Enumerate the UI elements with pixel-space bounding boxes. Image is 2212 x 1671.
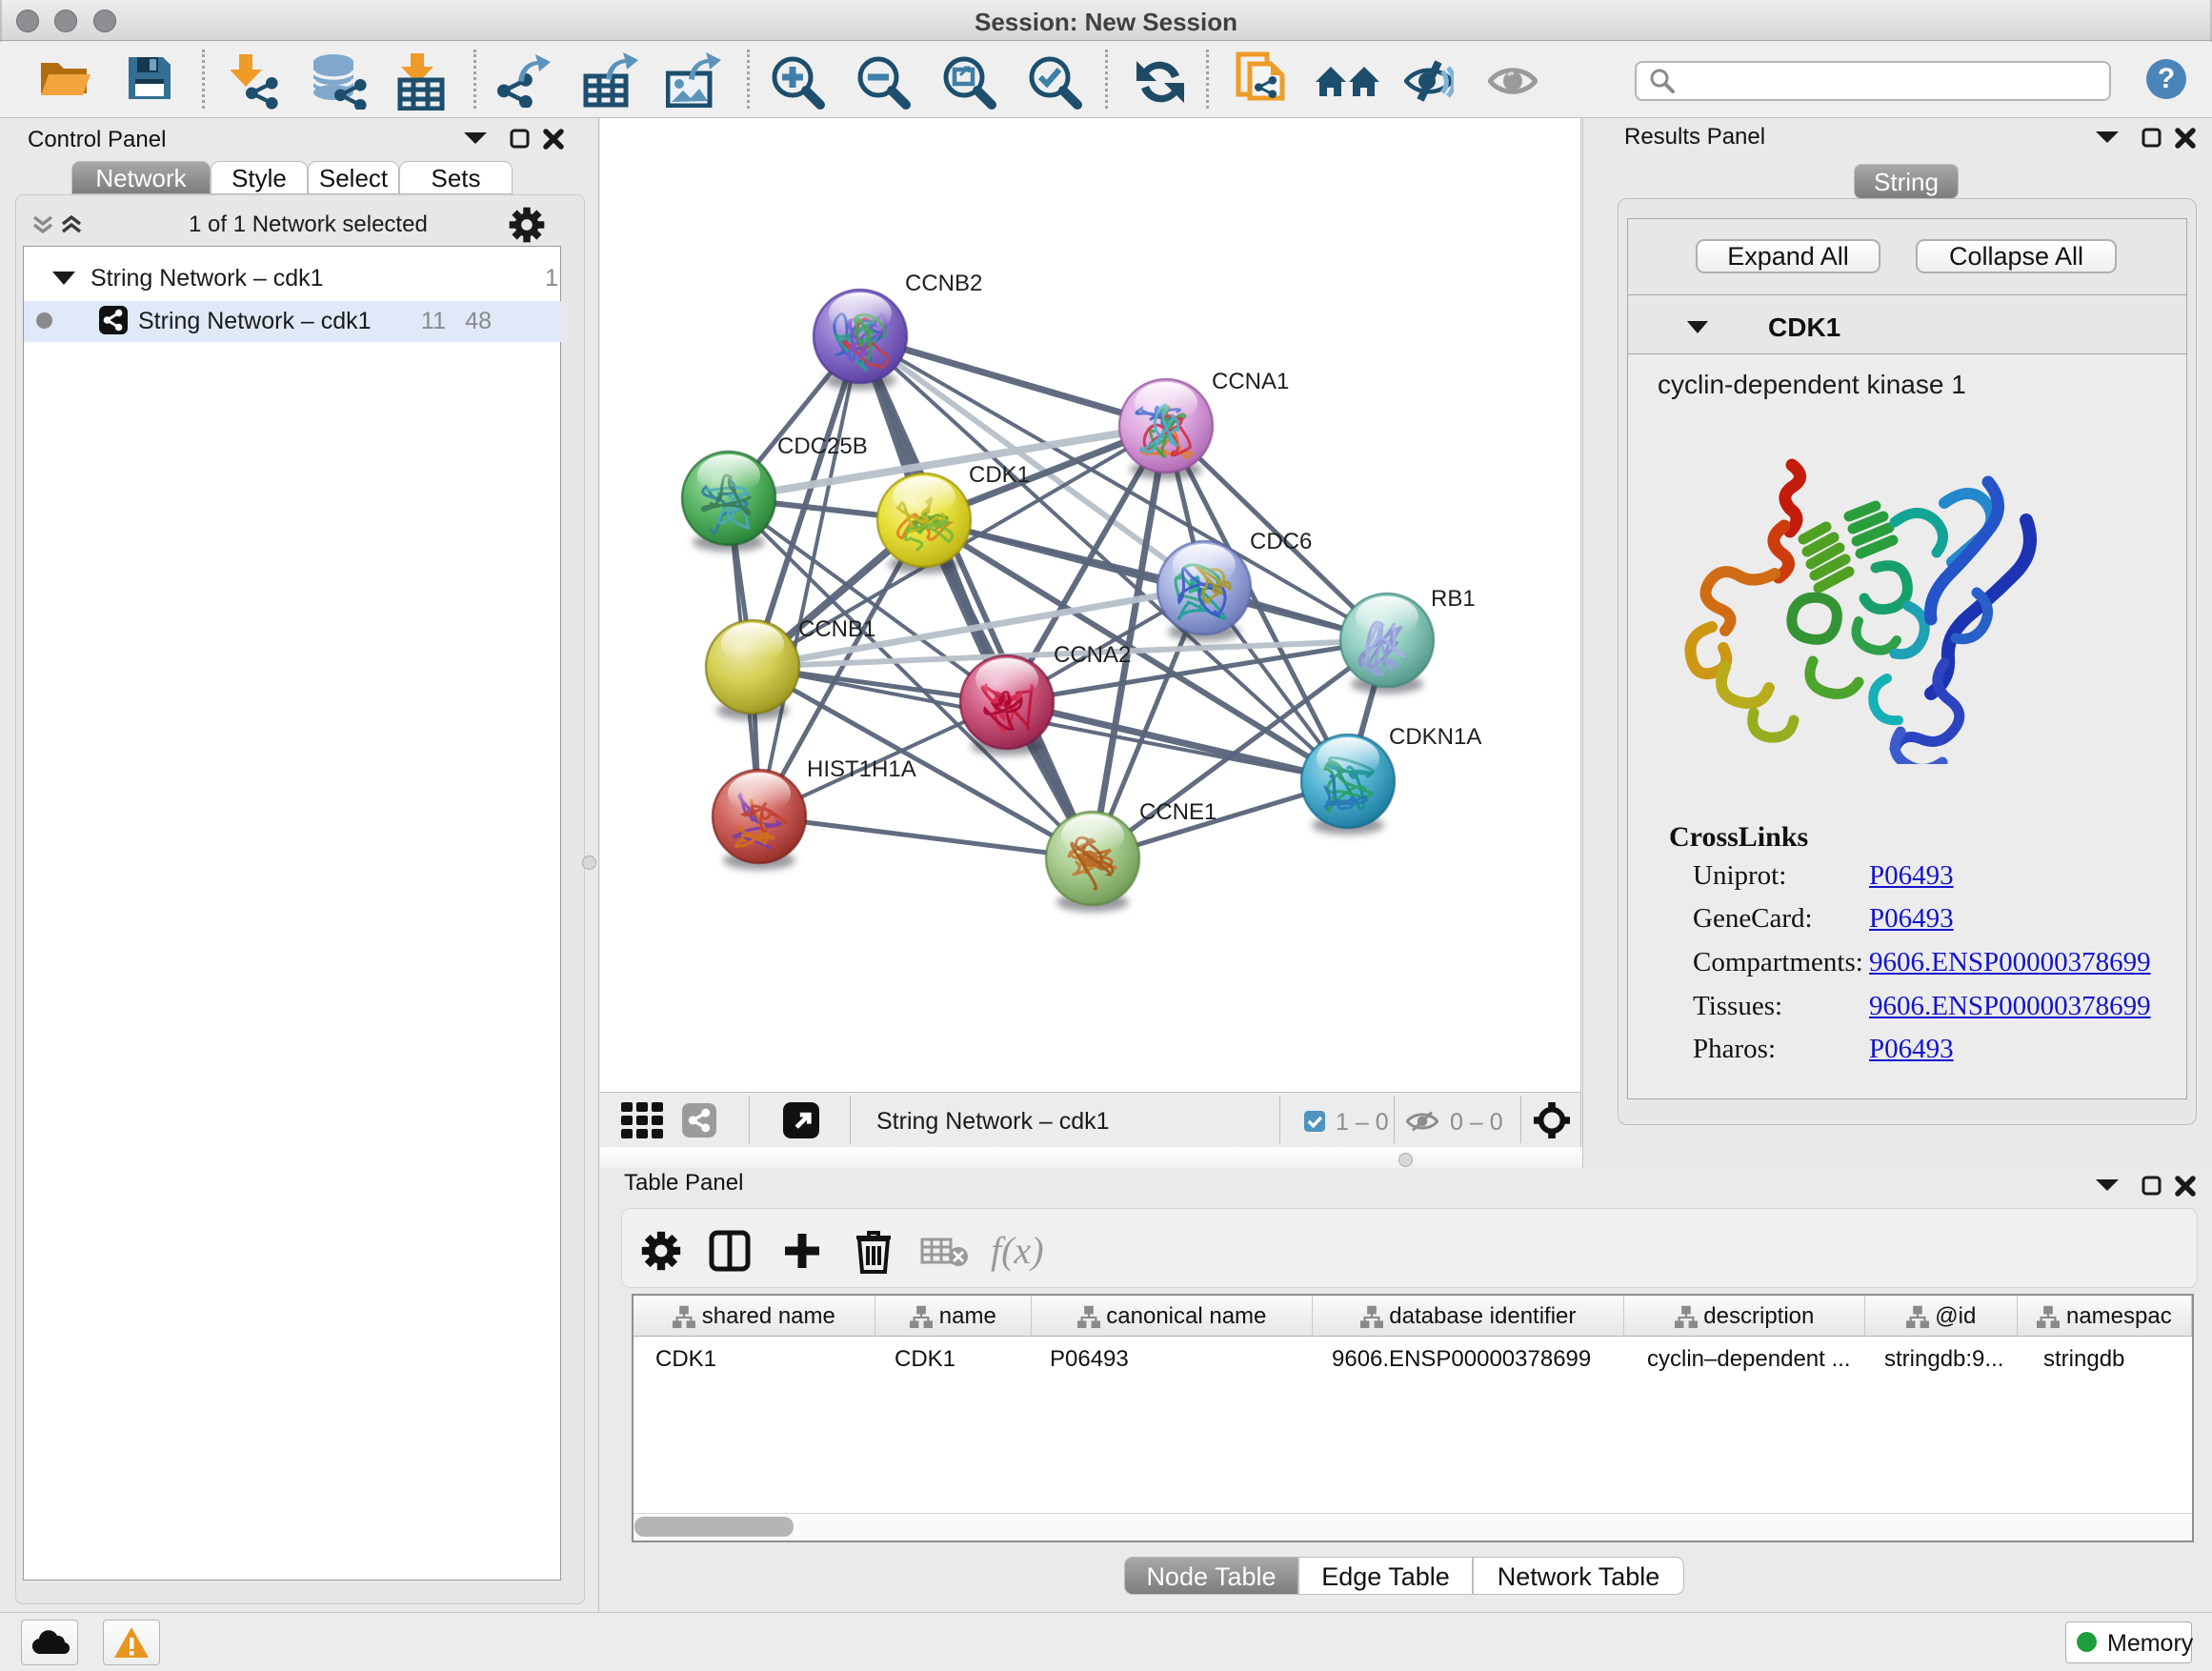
svg-text:CDC6: CDC6 <box>1250 529 1312 554</box>
svg-text:CCNE1: CCNE1 <box>1139 799 1217 825</box>
svg-text:CCNA1: CCNA1 <box>1212 369 1289 394</box>
svg-text:CCNB2: CCNB2 <box>905 271 982 296</box>
svg-text:CDK1: CDK1 <box>969 462 1030 488</box>
svg-text:CCNB1: CCNB1 <box>798 616 875 642</box>
svg-text:CDC25B: CDC25B <box>777 433 868 459</box>
svg-text:CCNA2: CCNA2 <box>1054 642 1131 668</box>
svg-text:HIST1H1A: HIST1H1A <box>807 756 916 782</box>
svg-text:CDKN1A: CDKN1A <box>1389 724 1481 750</box>
svg-text:RB1: RB1 <box>1431 586 1476 612</box>
